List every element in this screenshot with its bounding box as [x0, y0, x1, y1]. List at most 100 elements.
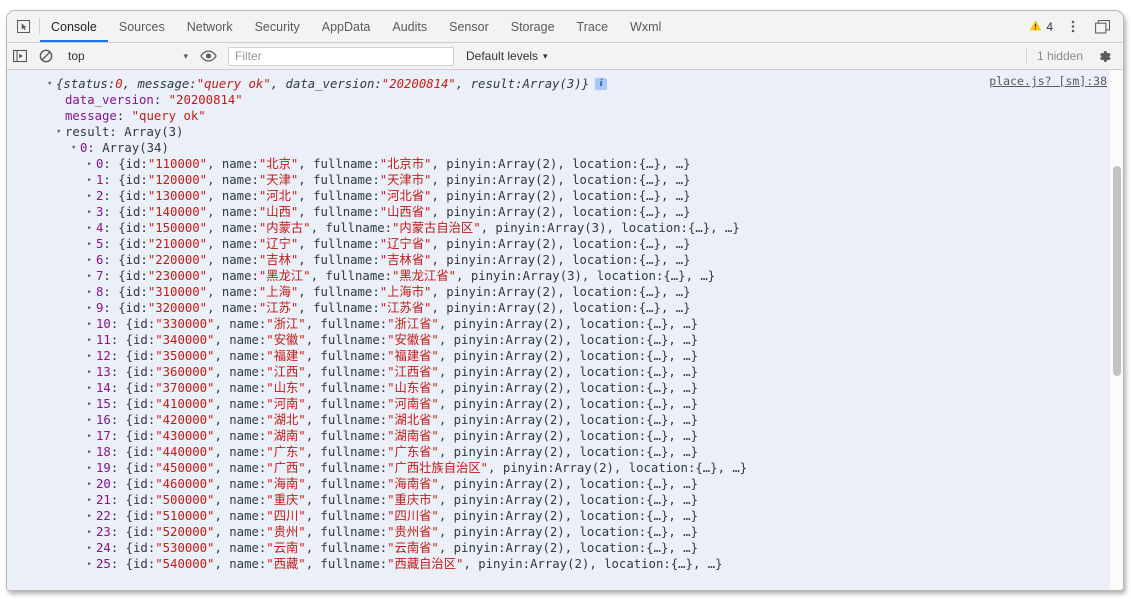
province-row[interactable]: 4: {id: "150000", name: "内蒙古", fullname:…: [7, 220, 1109, 236]
row-location-key: , location:: [564, 541, 647, 555]
province-row[interactable]: 0: {id: "110000", name: "北京", fullname: …: [7, 156, 1109, 172]
disclosure-triangle-icon[interactable]: [87, 460, 96, 476]
disclosure-triangle-icon[interactable]: [87, 380, 96, 396]
province-row[interactable]: 10: {id: "330000", name: "浙江", fullname:…: [7, 316, 1109, 332]
disclosure-triangle-icon[interactable]: [87, 300, 96, 316]
province-row[interactable]: 9: {id: "320000", name: "江苏", fullname: …: [7, 300, 1109, 316]
disclosure-triangle-icon[interactable]: [87, 364, 96, 380]
province-row[interactable]: 14: {id: "370000", name: "山东", fullname:…: [7, 380, 1109, 396]
province-row[interactable]: 13: {id: "360000", name: "江西", fullname:…: [7, 364, 1109, 380]
console-scrollbar-track[interactable]: [1109, 70, 1123, 590]
province-row[interactable]: 20: {id: "460000", name: "海南", fullname:…: [7, 476, 1109, 492]
object-property-result[interactable]: result: Array(3): [7, 124, 1109, 140]
row-fullname-key: , fullname:: [305, 365, 388, 379]
disclosure-triangle-icon[interactable]: [87, 524, 96, 540]
tab-storage[interactable]: Storage: [500, 11, 566, 42]
disclosure-triangle-icon[interactable]: [87, 444, 96, 460]
disclosure-triangle-icon[interactable]: [87, 236, 96, 252]
disclosure-triangle-icon[interactable]: [87, 540, 96, 556]
row-index: 16: [96, 413, 111, 427]
province-row[interactable]: 17: {id: "430000", name: "湖南", fullname:…: [7, 428, 1109, 444]
tab-trace[interactable]: Trace: [566, 11, 620, 42]
province-row[interactable]: 8: {id: "310000", name: "上海", fullname: …: [7, 284, 1109, 300]
more-options-icon[interactable]: [1060, 15, 1086, 39]
filter-input[interactable]: Filter: [228, 46, 454, 66]
disclosure-triangle-icon[interactable]: [87, 172, 96, 188]
row-tail: , …}: [668, 509, 698, 523]
console-scrollbar-thumb[interactable]: [1113, 166, 1121, 376]
province-row[interactable]: 19: {id: "450000", name: "广西", fullname:…: [7, 460, 1109, 476]
tab-audits[interactable]: Audits: [381, 11, 438, 42]
row-tail: , …}: [660, 189, 691, 203]
province-row[interactable]: 21: {id: "500000", name: "重庆", fullname:…: [7, 492, 1109, 508]
province-row[interactable]: 18: {id: "440000", name: "广东", fullname:…: [7, 444, 1109, 460]
row-name-key: , name:: [214, 365, 267, 379]
disclosure-triangle-icon[interactable]: [87, 492, 96, 508]
tab-wxml[interactable]: Wxml: [619, 11, 672, 42]
disclosure-triangle-icon[interactable]: [87, 412, 96, 428]
console-source-link[interactable]: place.js? [sm]:38: [989, 74, 1107, 88]
hidden-messages-count[interactable]: 1 hidden: [1025, 49, 1091, 63]
disclosure-triangle-icon[interactable]: [87, 396, 96, 412]
array-entry-0[interactable]: 0: Array(34): [7, 140, 1109, 156]
province-row[interactable]: 6: {id: "220000", name: "吉林", fullname: …: [7, 252, 1109, 268]
dock-side-icon[interactable]: [1089, 15, 1115, 39]
province-row[interactable]: 2: {id: "130000", name: "河北", fullname: …: [7, 188, 1109, 204]
disclosure-triangle-icon[interactable]: [87, 284, 96, 300]
province-row[interactable]: 24: {id: "530000", name: "云南", fullname:…: [7, 540, 1109, 556]
row-pinyin-value: Array(2): [505, 413, 565, 427]
inspect-element-icon[interactable]: [7, 11, 39, 42]
province-row[interactable]: 1: {id: "120000", name: "天津", fullname: …: [7, 172, 1109, 188]
row-pinyin-key: , pinyin:: [431, 157, 499, 171]
execution-context-selector[interactable]: top ▾: [60, 43, 194, 69]
row-location-value: {…}: [638, 253, 661, 267]
row-index: 15: [96, 397, 111, 411]
province-row[interactable]: 22: {id: "510000", name: "四川", fullname:…: [7, 508, 1109, 524]
disclosure-triangle-icon[interactable]: [87, 188, 96, 204]
clear-console-icon[interactable]: [33, 43, 59, 69]
disclosure-triangle-icon[interactable]: [87, 428, 96, 444]
tab-console[interactable]: Console: [40, 11, 108, 42]
province-row[interactable]: 23: {id: "520000", name: "贵州", fullname:…: [7, 524, 1109, 540]
tab-network[interactable]: Network: [176, 11, 244, 42]
create-live-expression-icon[interactable]: [195, 43, 221, 69]
disclosure-triangle-icon[interactable]: [87, 252, 96, 268]
disclosure-triangle-icon[interactable]: [56, 124, 65, 140]
settings-gear-icon[interactable]: [1091, 43, 1117, 69]
tab-security[interactable]: Security: [244, 11, 311, 42]
disclosure-triangle-icon[interactable]: [71, 140, 80, 156]
console-sidebar-toggle-icon[interactable]: [7, 43, 33, 69]
province-row[interactable]: 15: {id: "410000", name: "河南", fullname:…: [7, 396, 1109, 412]
disclosure-triangle-icon[interactable]: [87, 556, 96, 572]
row-name-value: "河南": [266, 397, 306, 411]
province-row[interactable]: 3: {id: "140000", name: "山西", fullname: …: [7, 204, 1109, 220]
log-levels-selector[interactable]: Default levels ▾: [460, 49, 554, 63]
disclosure-triangle-icon[interactable]: [87, 508, 96, 524]
row-index: 1: [96, 173, 104, 187]
disclosure-triangle-icon[interactable]: [87, 268, 96, 284]
province-row[interactable]: 5: {id: "210000", name: "辽宁", fullname: …: [7, 236, 1109, 252]
disclosure-triangle-icon[interactable]: [87, 204, 96, 220]
row-name-value: "西藏": [266, 557, 306, 571]
info-badge-icon[interactable]: i: [595, 78, 608, 90]
disclosure-triangle-icon[interactable]: [87, 156, 96, 172]
disclosure-triangle-icon[interactable]: [87, 220, 96, 236]
tab-sources[interactable]: Sources: [108, 11, 176, 42]
tab-sensor[interactable]: Sensor: [438, 11, 500, 42]
province-row[interactable]: 11: {id: "340000", name: "安徽", fullname:…: [7, 332, 1109, 348]
console-output-panel[interactable]: {status: 0, message: "query ok", data_ve…: [7, 70, 1123, 590]
console-object-summary[interactable]: {status: 0, message: "query ok", data_ve…: [7, 76, 1109, 92]
disclosure-triangle-icon[interactable]: [87, 476, 96, 492]
disclosure-triangle-icon[interactable]: [87, 316, 96, 332]
disclosure-triangle-icon[interactable]: [47, 76, 56, 92]
tab-appdata[interactable]: AppData: [311, 11, 382, 42]
disclosure-triangle-icon[interactable]: [87, 348, 96, 364]
province-row[interactable]: 7: {id: "230000", name: "黑龙江", fullname:…: [7, 268, 1109, 284]
row-location-value: {…}: [638, 205, 661, 219]
province-row[interactable]: 16: {id: "420000", name: "湖北", fullname:…: [7, 412, 1109, 428]
province-row[interactable]: 12: {id: "350000", name: "福建", fullname:…: [7, 348, 1109, 364]
console-message-object[interactable]: {status: 0, message: "query ok", data_ve…: [7, 70, 1109, 590]
warning-count-badge[interactable]: 4: [1027, 19, 1059, 35]
province-row[interactable]: 25: {id: "540000", name: "西藏", fullname:…: [7, 556, 1109, 572]
disclosure-triangle-icon[interactable]: [87, 332, 96, 348]
